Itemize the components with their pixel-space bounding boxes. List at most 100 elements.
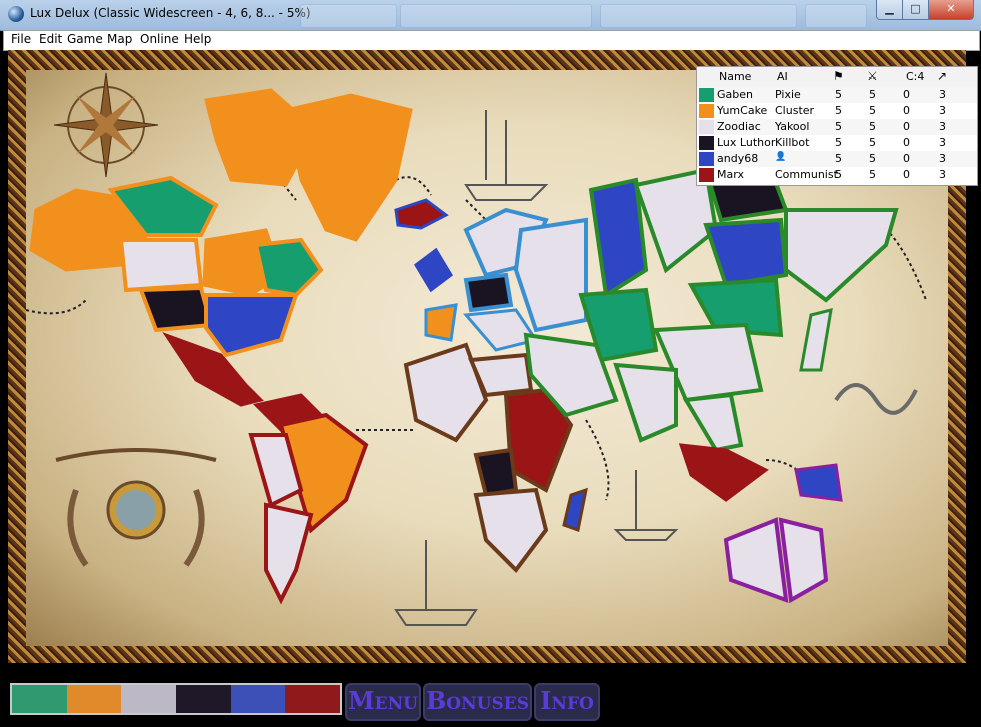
continent-south-america[interactable] — [248, 393, 369, 605]
player-row[interactable]: andy68 👤 5 5 0 3 — [697, 151, 977, 167]
territory-greenland[interactable] — [284, 93, 413, 242]
player-color-segment — [121, 685, 177, 713]
territory-western-australia[interactable] — [723, 517, 789, 603]
territory-argentina[interactable] — [264, 502, 314, 605]
territory-northern-europe[interactable] — [463, 272, 514, 313]
player-name: Gaben — [717, 88, 753, 101]
territory-siam[interactable] — [682, 392, 744, 453]
player-ai: Yakool — [775, 120, 810, 133]
territory-iceland[interactable] — [394, 198, 449, 230]
player-stats-panel: Name AI ⚑ ⚔ C:4 ↗ Gaben Pixie 5 5 0 3 YumCake C… — [696, 66, 978, 186]
player-name: Lux Luthor — [717, 136, 776, 149]
player-color-swatch — [699, 136, 714, 150]
player-cards: 0 — [903, 168, 910, 181]
player-income: 3 — [939, 152, 946, 165]
territory-great-britain[interactable] — [414, 247, 453, 293]
player-color-swatch — [699, 120, 714, 134]
player-name: YumCake — [717, 104, 768, 117]
territory-western-us[interactable] — [138, 285, 214, 333]
player-territories: 5 — [835, 88, 842, 101]
continent-north-america[interactable] — [29, 88, 413, 407]
player-row[interactable]: Marx Communist 5 5 0 3 — [697, 167, 977, 183]
territory-kamchatka[interactable] — [784, 208, 899, 303]
player-cards: 0 — [903, 136, 910, 149]
territory-irkutsk[interactable] — [703, 217, 789, 288]
window-title-bar[interactable]: Lux Delux (Classic Widescreen - 4, 6, 8.… — [0, 0, 981, 31]
player-territories: 5 — [835, 120, 842, 133]
player-cards: 0 — [903, 88, 910, 101]
player-armies: 5 — [869, 120, 876, 133]
territory-india[interactable] — [613, 362, 678, 443]
menu-bar: File Edit Game Map Online Help — [3, 30, 980, 51]
close-button[interactable]: ✕ — [928, 0, 974, 20]
player-armies: 5 — [869, 136, 876, 149]
player-color-segment — [285, 685, 340, 713]
player-color-swatch — [699, 104, 714, 118]
player-color-swatch — [699, 168, 714, 182]
window-title: Lux Delux (Classic Widescreen - 4, 6, 8.… — [30, 6, 311, 20]
territory-congo[interactable] — [473, 447, 519, 498]
player-name: andy68 — [717, 152, 759, 165]
player-territories: 5 — [835, 168, 842, 181]
minimize-button[interactable]: ▁ — [876, 0, 903, 20]
player-territories: 5 — [835, 136, 842, 149]
territory-alberta[interactable] — [118, 238, 204, 293]
player-cards: 0 — [903, 104, 910, 117]
player-color-segment — [12, 685, 67, 713]
territory-ural[interactable] — [588, 177, 649, 299]
menu-edit[interactable]: Edit — [39, 32, 62, 46]
player-color-segment — [66, 685, 122, 713]
bonuses-button[interactable]: Bonuses — [423, 683, 532, 721]
chart-icon[interactable]: ↗ — [937, 69, 947, 83]
maximize-button[interactable]: □ — [902, 0, 929, 20]
human-icon: 👤 — [775, 152, 787, 162]
player-territories: 5 — [835, 152, 842, 165]
continent-europe[interactable] — [394, 198, 588, 352]
territory-western-europe[interactable] — [424, 303, 458, 342]
player-row[interactable]: YumCake Cluster 5 5 0 3 — [697, 103, 977, 119]
player-income: 3 — [939, 120, 946, 133]
sea-serpent-icon — [834, 383, 918, 415]
player-armies: 5 — [869, 88, 876, 101]
territory-indonesia[interactable] — [678, 443, 769, 502]
player-color-bar — [10, 683, 342, 715]
territory-eastern-us[interactable] — [204, 293, 299, 358]
player-ai: Communist — [775, 168, 838, 181]
menu-online[interactable]: Online — [140, 32, 179, 46]
player-ai: Cluster — [775, 104, 815, 117]
continent-oceania[interactable] — [678, 443, 843, 604]
territory-eastern-australia[interactable] — [778, 517, 829, 604]
menu-button[interactable]: Menu — [345, 683, 421, 721]
player-armies: 5 — [869, 152, 876, 165]
player-name: Zoodiac — [717, 120, 761, 133]
player-territories: 5 — [835, 104, 842, 117]
menu-map[interactable]: Map — [107, 32, 132, 46]
army-icon[interactable]: ⚔ — [867, 69, 878, 83]
header-ai[interactable]: AI — [777, 70, 788, 83]
globe-crest-icon — [55, 448, 217, 567]
player-income: 3 — [939, 104, 946, 117]
player-row[interactable]: Gaben Pixie 5 5 0 3 — [697, 87, 977, 103]
player-name: Marx — [717, 168, 744, 181]
territory-south-africa[interactable] — [473, 487, 549, 574]
territory-eastern-canada[interactable] — [253, 237, 324, 298]
info-button[interactable]: Info — [534, 683, 600, 721]
player-row[interactable]: Lux Luthor Killbot 5 5 0 3 — [697, 135, 977, 151]
player-income: 3 — [939, 136, 946, 149]
player-armies: 5 — [869, 104, 876, 117]
player-color-swatch — [699, 152, 714, 166]
flag-icon[interactable]: ⚑ — [833, 69, 844, 83]
territory-madagascar[interactable] — [562, 487, 588, 532]
territory-japan[interactable] — [799, 307, 833, 372]
menu-game[interactable]: Game — [67, 32, 103, 46]
header-cards[interactable]: C:4 — [906, 70, 924, 83]
menu-file[interactable]: File — [11, 32, 31, 46]
compass-rose-icon — [53, 72, 159, 178]
player-row[interactable]: Zoodiac Yakool 5 5 0 3 — [697, 119, 977, 135]
player-ai: Pixie — [775, 88, 801, 101]
territory-new-guinea[interactable] — [794, 463, 843, 502]
menu-help[interactable]: Help — [184, 32, 211, 46]
header-name[interactable]: Name — [719, 70, 751, 83]
territory-ukraine[interactable] — [513, 217, 588, 333]
player-ai: Killbot — [775, 136, 810, 149]
